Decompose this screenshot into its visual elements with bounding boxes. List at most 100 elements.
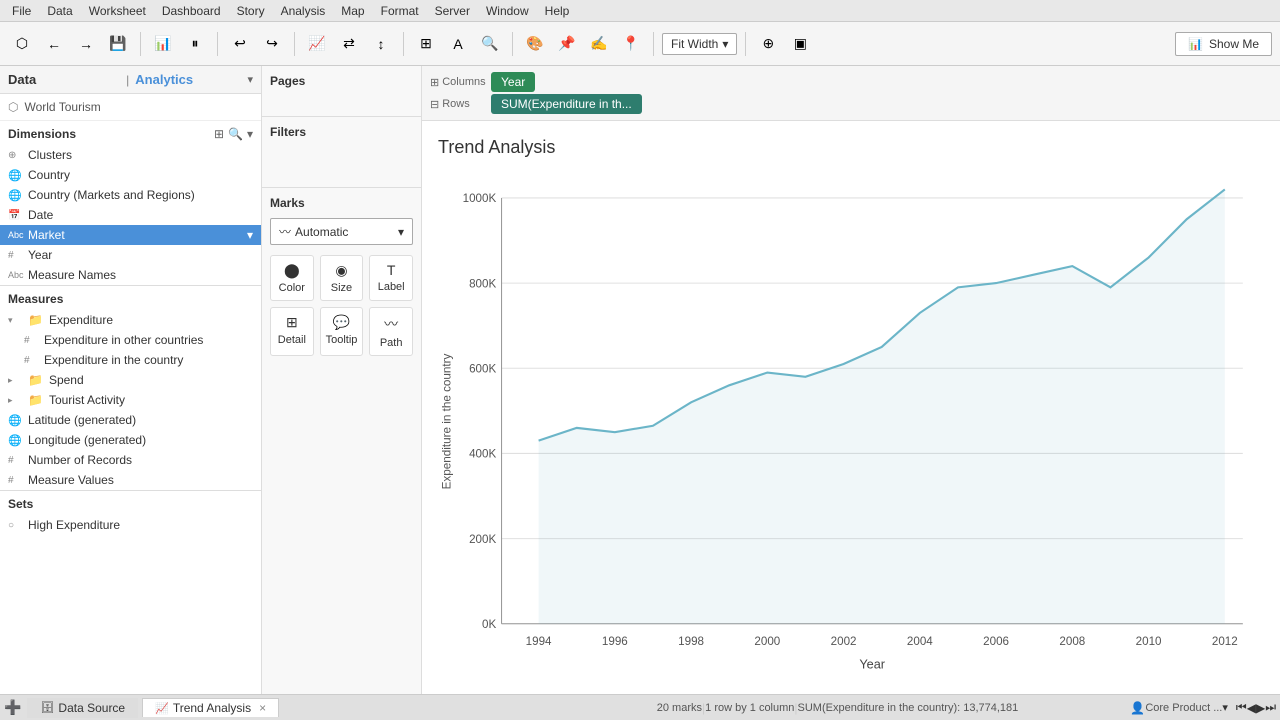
spend-expand-icon: ▸ — [8, 375, 22, 386]
toolbar-save[interactable]: 💾 — [104, 30, 132, 58]
tab-data-source-label: Data Source — [58, 701, 125, 715]
menu-file[interactable]: File — [4, 2, 39, 20]
rows-pill[interactable]: SUM(Expenditure in th... — [491, 94, 642, 114]
measure-exp-other[interactable]: # Expenditure in other countries — [0, 330, 261, 350]
dim-country-markets[interactable]: 🌐 Country (Markets and Regions) — [0, 185, 261, 205]
dimensions-grid-icon[interactable]: ⊞ — [214, 127, 224, 141]
user-dropdown[interactable]: ▾ — [1222, 701, 1228, 714]
measure-exp-other-label: Expenditure in other countries — [44, 333, 203, 347]
tooltip-icon: 💬 — [333, 314, 350, 331]
analytics-tab[interactable]: Analytics — [135, 72, 247, 87]
marks-tooltip-btn[interactable]: 💬 Tooltip — [320, 307, 364, 356]
toolbar-nav-undo[interactable]: ⬡ — [8, 30, 36, 58]
toolbar-redo[interactable]: ↪ — [258, 30, 286, 58]
nav-last-icon[interactable]: ⏭ — [1265, 700, 1276, 715]
measure-spend[interactable]: ▸ 📁 Spend — [0, 370, 261, 390]
columns-pill[interactable]: Year — [491, 72, 535, 92]
measure-expenditure[interactable]: ▾ 📁 Expenditure — [0, 310, 261, 330]
toolbar-sep-6 — [653, 32, 654, 56]
marks-color-btn[interactable]: ⬤ Color — [270, 255, 314, 301]
nav-prev-icon[interactable]: ◀ — [1247, 701, 1256, 715]
menu-dashboard[interactable]: Dashboard — [154, 2, 229, 20]
toolbar-sort[interactable]: ↕ — [367, 30, 395, 58]
menu-format[interactable]: Format — [373, 2, 427, 20]
date-icon: 📅 — [8, 210, 22, 221]
dim-measure-names[interactable]: Abc Measure Names — [0, 265, 261, 285]
dim-market[interactable]: Abc Market ▾ — [0, 225, 261, 245]
toolbar-swap[interactable]: ⇄ — [335, 30, 363, 58]
tab-close-icon[interactable]: × — [259, 701, 266, 715]
cluster-icon: ⊕ — [8, 150, 22, 161]
menu-worksheet[interactable]: Worksheet — [81, 2, 154, 20]
marks-label-btn[interactable]: T Label — [369, 255, 413, 301]
country-markets-geo-icon: 🌐 — [8, 189, 22, 202]
dim-clusters-label: Clusters — [28, 148, 72, 162]
dimensions-header: Dimensions ⊞ 🔍 ▾ — [0, 121, 261, 145]
dim-year[interactable]: # Year — [0, 245, 261, 265]
toolbar-color[interactable]: 🎨 — [521, 30, 549, 58]
marks-section: Marks 〰 Automatic ▾ ⬤ Color ◉ Size T Lab… — [262, 188, 421, 694]
measure-tourist-label: Tourist Activity — [49, 393, 125, 407]
expenditure-folder-icon: 📁 — [28, 313, 43, 327]
set-high-expenditure[interactable]: ○ High Expenditure — [0, 515, 261, 535]
toolbar-chart-type[interactable]: 📈 — [303, 30, 331, 58]
dimensions-search-icon[interactable]: 🔍 — [228, 127, 243, 141]
toolbar-undo[interactable]: ↩ — [226, 30, 254, 58]
svg-text:2008: 2008 — [1059, 635, 1085, 648]
measure-records[interactable]: # Number of Records — [0, 450, 261, 470]
toolbar-sep-2 — [217, 32, 218, 56]
marks-size-btn[interactable]: ◉ Size — [320, 255, 364, 301]
tab-trend-analysis[interactable]: 📈 Trend Analysis × — [142, 698, 279, 717]
menu-map[interactable]: Map — [333, 2, 372, 20]
measures-title: Measures — [8, 292, 253, 306]
marks-type-dropdown[interactable]: 〰 Automatic ▾ — [270, 218, 413, 245]
toolbar-pause[interactable]: ⏸ — [181, 30, 209, 58]
marks-type-label: Automatic — [295, 225, 394, 239]
dim-country-markets-label: Country (Markets and Regions) — [28, 188, 195, 202]
nav-next-icon[interactable]: ▶ — [1256, 701, 1265, 715]
menu-help[interactable]: Help — [537, 2, 578, 20]
toolbar-group[interactable]: ⊞ — [412, 30, 440, 58]
panel-dropdown-arrow[interactable]: ▾ — [247, 73, 253, 86]
marks-count: 20 marks — [657, 702, 702, 714]
menu-window[interactable]: Window — [478, 2, 537, 20]
toolbar-present[interactable]: ▣ — [786, 30, 814, 58]
measure-values[interactable]: # Measure Values — [0, 470, 261, 490]
tab-data-source[interactable]: 🗄 Data Source — [27, 698, 138, 718]
toolbar-sep-3 — [294, 32, 295, 56]
measure-latitude[interactable]: 🌐 Latitude (generated) — [0, 410, 261, 430]
toolbar-back[interactable]: ← — [40, 30, 68, 58]
nav-first-icon[interactable]: ⏮ — [1236, 700, 1247, 715]
toolbar-fix[interactable]: ⊕ — [754, 30, 782, 58]
menu-server[interactable]: Server — [427, 2, 478, 20]
measure-longitude-label: Longitude (generated) — [28, 433, 146, 447]
measure-tourist[interactable]: ▸ 📁 Tourist Activity — [0, 390, 261, 410]
toolbar-pin[interactable]: 📌 — [553, 30, 581, 58]
toolbar-pin2[interactable]: 📍 — [617, 30, 645, 58]
fit-width-label: Fit Width — [671, 37, 718, 51]
marks-detail-btn[interactable]: ⊞ Detail — [270, 307, 314, 356]
toolbar-label[interactable]: A — [444, 30, 472, 58]
fit-width-dropdown[interactable]: Fit Width ▾ — [662, 33, 737, 55]
marks-path-btn[interactable]: 〰 Path — [369, 307, 413, 356]
measure-exp-country[interactable]: # Expenditure in the country — [0, 350, 261, 370]
svg-text:Year: Year — [859, 656, 885, 671]
tabs-bar: ➕ 🗄 Data Source 📈 Trend Analysis × 20 ma… — [0, 694, 1280, 720]
toolbar-annotate[interactable]: ✍ — [585, 30, 613, 58]
data-source-entry[interactable]: ⬡ World Tourism — [0, 94, 261, 121]
dimensions-more-icon[interactable]: ▾ — [247, 127, 253, 141]
show-me-button[interactable]: 📊 Show Me — [1175, 32, 1272, 56]
menu-data[interactable]: Data — [39, 2, 80, 20]
menu-analysis[interactable]: Analysis — [273, 2, 334, 20]
measure-longitude[interactable]: 🌐 Longitude (generated) — [0, 430, 261, 450]
dim-country[interactable]: 🌐 Country — [0, 165, 261, 185]
tab-data-source-icon: 🗄 — [40, 701, 54, 714]
dim-date[interactable]: 📅 Date — [0, 205, 261, 225]
toolbar-forward[interactable]: → — [72, 30, 100, 58]
dim-clusters[interactable]: ⊕ Clusters — [0, 145, 261, 165]
new-sheet-icon[interactable]: ➕ — [4, 699, 21, 716]
toolbar-highlight[interactable]: 🔍 — [476, 30, 504, 58]
toolbar-new-datasource[interactable]: 📊 — [149, 30, 177, 58]
data-tab[interactable]: Data — [8, 72, 120, 87]
menu-story[interactable]: Story — [229, 2, 273, 20]
